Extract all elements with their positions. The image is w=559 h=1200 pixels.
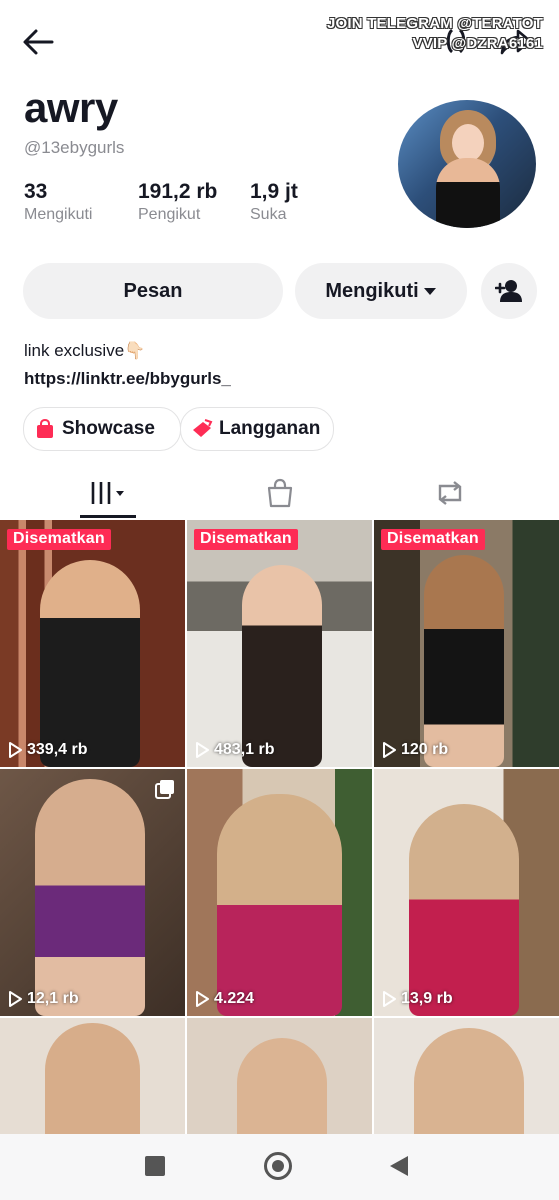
view-count-value: 120 rb (401, 741, 449, 758)
showcase-chip[interactable]: Showcase (23, 407, 181, 451)
thumbnail-subject (217, 794, 342, 1016)
play-icon (9, 742, 22, 758)
view-count-value: 12,1 rb (27, 990, 79, 1007)
avatar-face (452, 124, 484, 162)
pinned-badge: Disematkan (194, 529, 298, 550)
bio-link[interactable]: https://linktr.ee/bbygurls_ (24, 369, 231, 389)
view-count-value: 339,4 rb (27, 741, 88, 758)
stat-value: 191,2 rb (138, 180, 218, 203)
play-icon (196, 991, 209, 1007)
play-icon (383, 742, 396, 758)
video-thumbnail[interactable] (374, 1018, 559, 1134)
thumbnail-subject (35, 779, 145, 1016)
video-thumbnail[interactable]: 13,9 rb (374, 769, 559, 1016)
stat-value: 1,9 jt (250, 180, 298, 203)
play-icon (383, 991, 396, 1007)
shopping-bag-icon (267, 478, 293, 508)
tab-active-indicator (80, 515, 136, 518)
arrow-left-icon (23, 29, 54, 55)
tab-videos[interactable] (80, 470, 136, 516)
home-dot (272, 1160, 284, 1172)
stat-label: Suka (250, 206, 287, 223)
thumbnail-subject (414, 1028, 524, 1134)
stat-followers[interactable]: 191,2 rb Pengikut (138, 180, 217, 224)
add-friend-button[interactable] (481, 263, 537, 319)
video-thumbnail[interactable]: 12,1 rb (0, 769, 185, 1016)
pinned-badge: Disematkan (381, 529, 485, 550)
showcase-label: Showcase (62, 418, 155, 439)
pinned-badge: Disematkan (7, 529, 111, 550)
video-thumbnail[interactable]: 4.224 (187, 769, 372, 1016)
display-name: awry (24, 84, 118, 131)
recents-button[interactable] (145, 1156, 165, 1176)
view-count: 483,1 rb (195, 741, 274, 759)
thumbnail-subject (40, 560, 140, 767)
grid-icon (91, 482, 124, 504)
following-button[interactable]: Mengikuti (295, 263, 467, 319)
username: @13ebygurls (24, 138, 125, 157)
view-count: 12,1 rb (8, 990, 79, 1008)
video-thumbnail[interactable]: Disematkan 339,4 rb (0, 520, 185, 767)
shopping-bag-icon (37, 418, 53, 438)
back-nav-icon[interactable] (388, 1154, 410, 1178)
subscription-icon (193, 419, 213, 437)
caret-down-icon (423, 288, 436, 295)
message-button[interactable]: Pesan (23, 263, 283, 319)
bio-text: link exclusive👇🏻 (24, 341, 146, 360)
view-count: 13,9 rb (382, 990, 453, 1008)
watermark-line-2: VVIP @DZRA6161 (412, 35, 543, 52)
home-button[interactable] (264, 1152, 292, 1180)
stat-value: 33 (24, 180, 48, 203)
view-count: 120 rb (382, 741, 448, 759)
thumbnail-subject (424, 555, 504, 767)
view-count: 4.224 (195, 990, 254, 1008)
thumbnail-subject (45, 1023, 140, 1134)
thumbnail-subject (237, 1038, 327, 1134)
avatar-body (436, 158, 500, 228)
system-navigation-bar (0, 1134, 559, 1200)
video-thumbnail[interactable]: Disematkan 483,1 rb (187, 520, 372, 767)
stat-label: Mengikuti (24, 206, 93, 223)
view-count-value: 4.224 (214, 990, 255, 1007)
play-icon (9, 991, 22, 1007)
stat-likes[interactable]: 1,9 jt Suka (250, 180, 298, 224)
avatar[interactable] (398, 100, 536, 228)
video-thumbnail[interactable] (0, 1018, 185, 1134)
stat-following[interactable]: 33 Mengikuti (24, 180, 92, 224)
langganan-label: Langganan (219, 418, 321, 439)
thumbnail-subject (409, 804, 519, 1016)
video-thumbnail[interactable]: Disematkan 120 rb (374, 520, 559, 767)
watermark-line-1: JOIN TELEGRAM @TERATOT (327, 15, 543, 32)
watermark: JOIN TELEGRAM @TERATOT VVIP @DZRA6161 (327, 14, 543, 54)
tab-reposts[interactable] (422, 470, 478, 516)
view-count: 339,4 rb (8, 741, 87, 759)
multi-photo-icon (155, 780, 174, 799)
view-count-value: 13,9 rb (401, 990, 453, 1007)
thumbnail-subject (242, 565, 322, 767)
tab-shop[interactable] (252, 470, 308, 516)
back-button[interactable] (18, 22, 58, 62)
view-count-value: 483,1 rb (214, 741, 275, 758)
play-icon (196, 742, 209, 758)
stat-label: Pengikut (138, 206, 201, 223)
subscription-chip[interactable]: Langganan (180, 407, 334, 451)
add-friend-icon (495, 280, 522, 302)
following-label: Mengikuti (325, 279, 419, 302)
video-thumbnail[interactable] (187, 1018, 372, 1134)
repost-icon (438, 481, 462, 505)
